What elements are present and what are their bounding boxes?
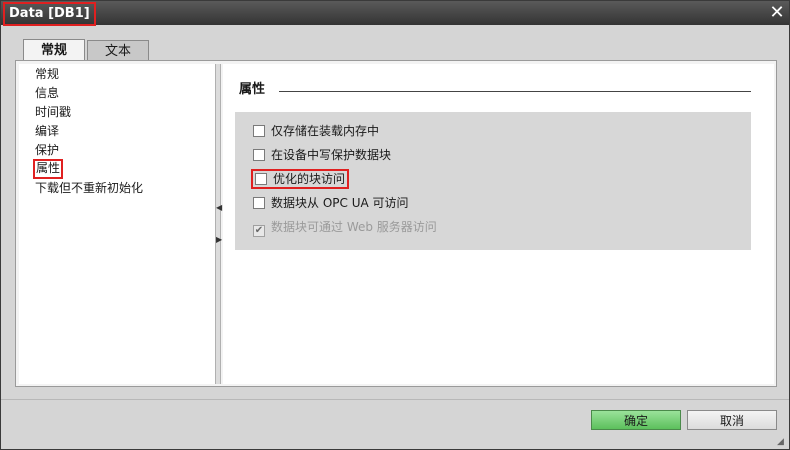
panel-splitter[interactable]: ◀ ▶: [215, 64, 222, 384]
nav-item-attributes[interactable]: 属性: [33, 159, 64, 179]
option-label: 优化的块访问: [273, 172, 346, 186]
tab-general[interactable]: 常规: [23, 39, 85, 61]
attributes-panel: 属性 仅存储在装载内存中 在设备中写保护数据块 优化的块访问 数据块从 OPC …: [223, 64, 774, 384]
ok-button[interactable]: 确定: [591, 410, 681, 430]
checkbox[interactable]: [255, 173, 267, 185]
option-write-protect[interactable]: 在设备中写保护数据块: [253, 146, 391, 164]
options-group: 仅存储在装载内存中 在设备中写保护数据块 优化的块访问 数据块从 OPC UA …: [235, 112, 751, 250]
option-optimized-access[interactable]: 优化的块访问: [251, 169, 350, 189]
option-load-memory-only[interactable]: 仅存储在装载内存中: [253, 122, 379, 140]
option-label: 数据块可通过 Web 服务器访问: [271, 220, 437, 234]
cancel-button[interactable]: 取消: [687, 410, 777, 430]
option-label: 仅存储在装载内存中: [271, 124, 380, 138]
resize-grip-icon[interactable]: ◢: [777, 437, 787, 447]
collapse-left-icon[interactable]: ◀: [216, 204, 222, 212]
section-nav: 常规 信息 时间戳 编译 保护 属性 下载但不重新初始化: [19, 64, 215, 384]
option-label: 在设备中写保护数据块: [271, 148, 392, 162]
properties-dialog: Data [DB1] ✕ 常规 文本 常规 信息 时间戳 编译 保护 属性 下载…: [0, 0, 790, 450]
checkmark-icon: ✔: [253, 225, 265, 237]
option-web-server-access: ✔ 数据块可通过 Web 服务器访问: [253, 218, 437, 237]
section-title: 属性: [239, 82, 266, 97]
nav-item-download-without-reinit[interactable]: 下载但不重新初始化: [35, 179, 143, 197]
option-label: 数据块从 OPC UA 可访问: [271, 196, 409, 210]
window-title: Data [DB1]: [3, 2, 96, 26]
option-opc-ua-access[interactable]: 数据块从 OPC UA 可访问: [253, 194, 409, 212]
nav-item-info[interactable]: 信息: [35, 84, 59, 102]
section-divider: [279, 91, 751, 92]
footer-divider: [1, 399, 789, 400]
tab-content: 常规 信息 时间戳 编译 保护 属性 下载但不重新初始化 ◀ ▶ 属性 仅存储在…: [15, 60, 777, 387]
nav-item-general[interactable]: 常规: [35, 65, 59, 83]
checkbox[interactable]: [253, 125, 265, 137]
nav-item-protection[interactable]: 保护: [35, 141, 59, 159]
checkbox[interactable]: [253, 197, 265, 209]
nav-item-compile[interactable]: 编译: [35, 122, 59, 140]
close-icon[interactable]: ✕: [767, 3, 787, 23]
tab-text[interactable]: 文本: [87, 40, 149, 61]
checkbox[interactable]: [253, 149, 265, 161]
title-bar[interactable]: Data [DB1] ✕: [1, 1, 789, 26]
nav-item-timestamp[interactable]: 时间戳: [35, 103, 71, 121]
expand-right-icon[interactable]: ▶: [216, 236, 222, 244]
